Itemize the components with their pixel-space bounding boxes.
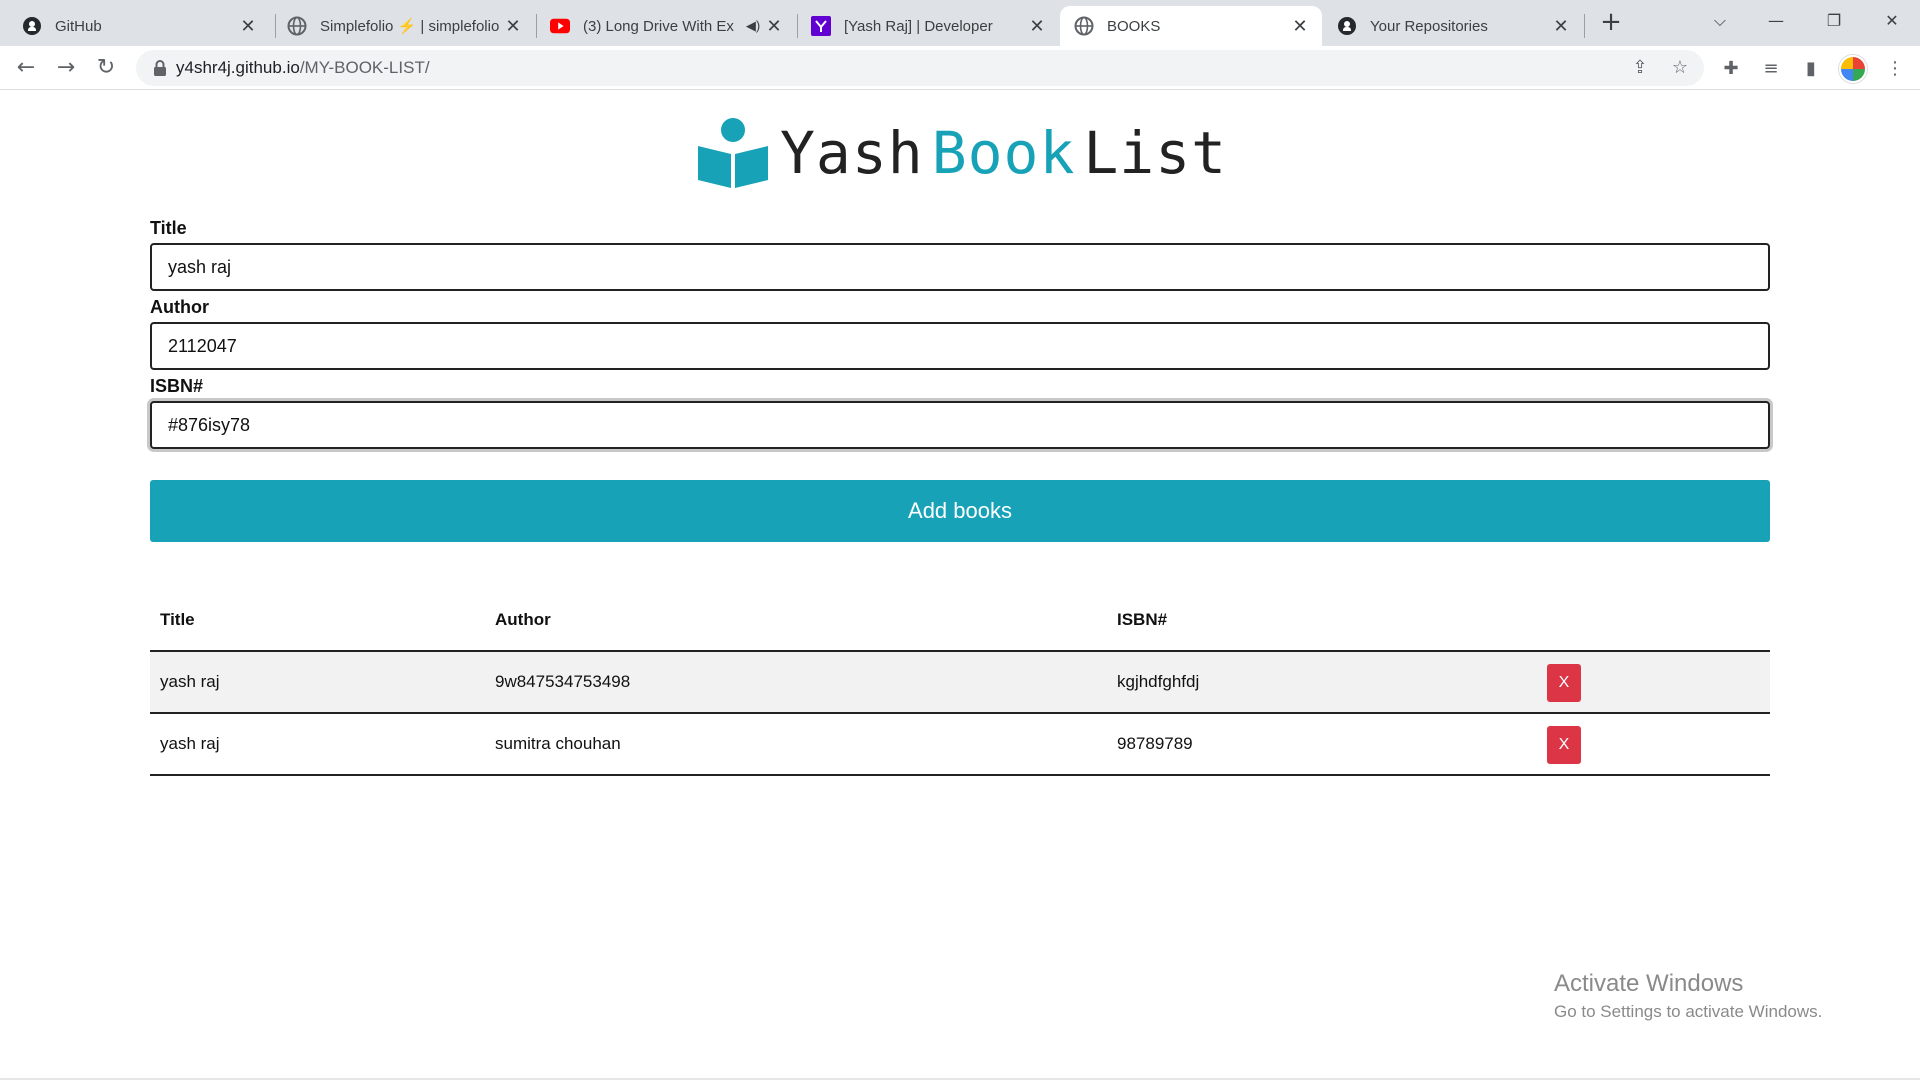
close-icon[interactable]: ✕ [764, 16, 784, 37]
site-header: Yash Book List [696, 116, 1227, 190]
isbn-input[interactable] [150, 401, 1770, 449]
tab-search-icon[interactable]: ⌵ [1700, 4, 1740, 38]
title-word-book: Book [931, 119, 1076, 187]
tab-divider [797, 14, 798, 38]
close-icon[interactable]: ✕ [1027, 16, 1047, 37]
cell-title: yash raj [160, 672, 220, 691]
tab-title: Simplefolio ⚡ | simplefolio [320, 18, 500, 35]
tab-title: [Yash Raj] | Developer [844, 17, 993, 35]
windows-activation-watermark: Activate Windows Go to Settings to activ… [1554, 970, 1822, 1022]
page-content: YashBookList Title Author ISBN# Add book… [0, 90, 1920, 1080]
tab-divider [275, 14, 276, 38]
github-icon [22, 16, 42, 36]
delete-button[interactable]: X [1547, 664, 1581, 702]
close-icon[interactable]: ✕ [503, 16, 523, 37]
share-icon[interactable]: ⇪ [1628, 56, 1652, 80]
delete-button[interactable]: X [1547, 726, 1581, 764]
tab-divider [1584, 14, 1585, 38]
close-icon[interactable]: ✕ [238, 16, 258, 37]
github-icon [1337, 16, 1357, 36]
tab-title: GitHub [55, 17, 102, 35]
tab-developer[interactable]: [Yash Raj] | Developer ✕ [799, 6, 1059, 46]
url-path: /MY-BOOK-LIST/ [299, 58, 430, 77]
title-input[interactable] [150, 243, 1770, 291]
tab-github[interactable]: GitHub ✕ [0, 6, 270, 46]
table-header: Title Author ISBN# [150, 590, 1770, 652]
lock-icon[interactable] [152, 59, 168, 77]
browser-toolbar: ← → ↻ y4shr4j.github.io/MY-BOOK-LIST/ ⇪ … [0, 46, 1920, 90]
header-title: Title [160, 610, 195, 629]
header-isbn: ISBN# [1117, 610, 1168, 629]
yahoo-icon [811, 16, 831, 36]
restore-icon[interactable]: ❐ [1814, 4, 1854, 38]
cell-isbn: 98789789 [1117, 734, 1193, 753]
tab-books[interactable]: BOOKS ✕ [1060, 6, 1322, 46]
extensions-icon[interactable]: ✚ [1718, 56, 1744, 82]
url-host: y4shr4j.github.io [176, 58, 300, 77]
cell-author: sumitra chouhan [495, 734, 621, 753]
new-tab-button[interactable]: + [1596, 8, 1626, 38]
title-word-yash: Yash [780, 119, 924, 187]
author-input[interactable] [150, 322, 1770, 370]
tab-youtube[interactable]: (3) Long Drive With Ex ◀) ✕ [538, 6, 796, 46]
cell-title: yash raj [160, 734, 220, 753]
close-icon[interactable]: ✕ [1551, 16, 1571, 37]
cell-isbn: kgjhdfghfdj [1117, 672, 1200, 691]
profile-avatar[interactable] [1839, 55, 1867, 83]
minimize-icon[interactable]: — [1756, 4, 1796, 38]
tab-simplefolio[interactable]: Simplefolio ⚡ | simplefolio ✕ [277, 6, 535, 46]
title-label: Title [150, 218, 187, 238]
globe-icon [287, 16, 307, 36]
cell-author: 9w847534753498 [495, 672, 631, 691]
book-reader-icon [696, 116, 770, 190]
tab-divider [536, 14, 537, 38]
menu-kebab-icon[interactable]: ⋮ [1882, 56, 1908, 82]
reload-icon[interactable]: ↻ [90, 52, 122, 84]
title-word-list: List [1083, 119, 1228, 187]
browser-tab-strip: GitHub ✕ Simplefolio ⚡ | simplefolio ✕ (… [0, 0, 1920, 46]
bookmark-star-icon[interactable]: ☆ [1668, 56, 1692, 80]
table-row: yash raj sumitra chouhan 98789789 X [150, 714, 1770, 776]
back-icon[interactable]: ← [10, 52, 42, 84]
window-close-icon[interactable]: ✕ [1872, 4, 1912, 38]
tab-repositories[interactable]: Your Repositories ✕ [1323, 6, 1583, 46]
header-author: Author [495, 610, 551, 629]
add-books-button[interactable]: Add books [150, 480, 1770, 542]
site-title: Yash Book List [780, 119, 1227, 187]
youtube-icon [550, 16, 570, 36]
tab-title: (3) Long Drive With Ex [583, 17, 734, 35]
isbn-label: ISBN# [150, 376, 204, 396]
side-panel-icon[interactable]: ▮ [1798, 56, 1824, 82]
address-bar[interactable]: y4shr4j.github.io/MY-BOOK-LIST/ ⇪ ☆ [136, 50, 1704, 86]
globe-icon [1074, 16, 1094, 36]
author-label: Author [150, 297, 209, 317]
media-control-icon[interactable]: ≡ [1758, 56, 1784, 82]
tab-title: BOOKS [1107, 17, 1161, 35]
url-text: y4shr4j.github.io/MY-BOOK-LIST/ [176, 58, 430, 78]
tab-title: Your Repositories [1370, 17, 1488, 35]
watermark-title: Activate Windows [1554, 970, 1744, 997]
table-row: yash raj 9w847534753498 kgjhdfghfdj X [150, 652, 1770, 714]
speaker-icon[interactable]: ◀) [742, 18, 764, 34]
book-table: Title Author ISBN# yash raj 9w8475347534… [150, 590, 1770, 776]
watermark-subtitle: Go to Settings to activate Windows. [1554, 1002, 1823, 1021]
close-icon[interactable]: ✕ [1290, 16, 1310, 37]
forward-icon[interactable]: → [50, 52, 82, 84]
